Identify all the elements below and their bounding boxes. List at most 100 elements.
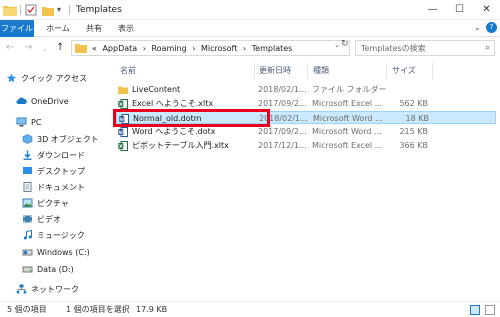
tab-view[interactable]: 表示 <box>116 20 136 37</box>
folder-icon <box>75 44 87 53</box>
column-divider[interactable] <box>307 63 308 79</box>
network-icon <box>16 284 27 293</box>
sidebar-item-pc[interactable]: PC <box>16 116 41 130</box>
tab-share[interactable]: 共有 <box>84 20 104 37</box>
cube-icon <box>22 133 33 144</box>
column-header-type[interactable]: 種類 <box>313 66 329 76</box>
breadcrumb-roaming[interactable]: Roaming <box>151 44 186 53</box>
column-header-size[interactable]: サイズ <box>392 66 416 76</box>
address-bar[interactable]: « AppData › Roaming › Microsoft › Templa… <box>71 40 350 56</box>
tab-file[interactable]: ファイル <box>0 20 34 37</box>
file-type: ファイル フォルダー <box>312 85 387 94</box>
file-type: Microsoft Excel ... <box>312 141 383 150</box>
column-divider[interactable] <box>386 63 387 79</box>
file-date: 2017/12/1... <box>258 141 307 150</box>
video-icon <box>23 215 32 222</box>
sidebar-item-onedrive[interactable]: OneDrive <box>16 95 69 109</box>
document-icon <box>23 181 32 192</box>
sidebar-item-label: OneDrive <box>31 97 69 106</box>
ribbon-expand-icon[interactable]: ⌄ <box>474 23 481 32</box>
minimize-button[interactable]: — <box>419 0 446 20</box>
sidebar-item-3d-objects[interactable]: 3D オブジェクト <box>22 133 99 147</box>
cloud-icon <box>16 97 27 104</box>
file-row[interactable]: LiveContent 2018/02/1... ファイル フォルダー <box>116 83 496 96</box>
sidebar-item-data-d[interactable]: Data (D:) <box>22 263 74 277</box>
column-header-name[interactable]: 名前 <box>120 66 136 76</box>
properties-icon[interactable] <box>25 4 37 16</box>
file-name: LiveContent <box>132 85 181 94</box>
breadcrumb-appdata[interactable]: AppData <box>102 44 137 53</box>
sidebar-item-label: PC <box>31 118 42 127</box>
file-type: Microsoft Word ... <box>313 114 383 123</box>
column-divider[interactable] <box>254 63 255 79</box>
maximize-button[interactable]: ☐ <box>446 0 473 20</box>
search-box[interactable]: Templatesの検索 ⌕ <box>355 40 495 56</box>
breadcrumb-overflow[interactable]: « <box>92 44 97 53</box>
toolbar-divider <box>20 5 21 15</box>
breadcrumb-separator[interactable]: › <box>143 44 146 53</box>
sidebar-item-label: ミュージック <box>37 231 85 240</box>
sidebar-item-videos[interactable]: ビデオ <box>22 213 61 227</box>
sidebar-item-downloads[interactable]: ダウンロード <box>22 149 85 163</box>
title-bar: ▾ Templates — ☐ ✕ <box>0 0 500 20</box>
sidebar-item-label: Windows (C:) <box>37 248 90 257</box>
customize-toolbar-icon[interactable]: ▾ <box>57 4 65 16</box>
sidebar-item-label: ビデオ <box>37 215 61 224</box>
sidebar-item-pictures[interactable]: ピクチャ <box>22 197 69 211</box>
new-folder-icon[interactable] <box>42 4 54 16</box>
sidebar-item-label: 3D オブジェクト <box>37 135 99 144</box>
sidebar-item-desktop[interactable]: デスクトップ <box>22 165 85 179</box>
column-divider[interactable] <box>432 63 433 79</box>
search-placeholder: Templatesの検索 <box>361 44 426 53</box>
help-icon[interactable]: ? <box>486 22 497 33</box>
item-count: 5 個の項目 <box>7 305 47 314</box>
folder-icon <box>118 86 128 94</box>
breadcrumb-templates[interactable]: Templates <box>252 44 293 53</box>
sidebar-item-label: クイック アクセス <box>21 74 88 83</box>
address-row: ← → ⌄ ↑ « AppData › Roaming › Microsoft … <box>0 37 500 59</box>
sidebar-item-label: ダウンロード <box>37 151 85 160</box>
file-size: 215 KB <box>399 127 428 136</box>
drive-icon <box>22 266 33 272</box>
forward-button[interactable]: → <box>24 42 32 54</box>
desktop-icon <box>23 166 32 174</box>
column-header-date[interactable]: 更新日時 <box>259 66 291 76</box>
title-divider <box>69 5 70 15</box>
up-button[interactable]: ↑ <box>56 42 64 54</box>
picture-icon <box>22 198 33 207</box>
status-bar: 5 個の項目 1 個の項目を選択 17.9 KB <box>0 301 500 317</box>
sidebar-item-documents[interactable]: ドキュメント <box>22 181 85 195</box>
breadcrumb-separator[interactable]: › <box>192 44 195 53</box>
file-size: 366 KB <box>399 141 428 150</box>
window-title: Templates <box>76 5 122 15</box>
details-view-icon[interactable] <box>470 305 480 315</box>
close-button[interactable]: ✕ <box>473 0 500 20</box>
pc-icon <box>16 117 27 126</box>
tab-home[interactable]: ホーム <box>44 20 72 37</box>
sidebar-item-quick-access[interactable]: クイック アクセス <box>6 72 87 86</box>
folder-icon <box>3 6 17 16</box>
large-icons-view-icon[interactable] <box>485 305 495 315</box>
file-row[interactable]: ピボットテーブル入門.xltx 2017/12/1... Microsoft E… <box>116 139 496 152</box>
star-icon <box>6 73 17 82</box>
download-icon <box>23 150 32 160</box>
sidebar-item-network[interactable]: ネットワーク <box>16 283 79 297</box>
search-icon: ⌕ <box>484 43 490 53</box>
address-dropdown-icon[interactable]: ⌄ <box>334 41 340 49</box>
refresh-icon[interactable]: ↻ <box>341 39 349 49</box>
drive-icon <box>22 249 33 255</box>
file-name: ピボットテーブル入門.xltx <box>132 141 229 150</box>
music-icon <box>23 229 32 239</box>
sidebar-item-label: ドキュメント <box>37 183 85 192</box>
sidebar-item-music[interactable]: ミュージック <box>22 229 85 243</box>
recent-locations-icon[interactable]: ⌄ <box>42 43 48 55</box>
file-size: 562 KB <box>399 99 428 108</box>
back-button[interactable]: ← <box>6 42 14 54</box>
selection-count: 1 個の項目を選択 <box>66 305 130 314</box>
sidebar-item-windows-c[interactable]: Windows (C:) <box>22 246 90 260</box>
highlight-box <box>113 109 270 127</box>
breadcrumb-microsoft[interactable]: Microsoft <box>201 44 237 53</box>
file-type: Microsoft Excel ... <box>312 99 383 108</box>
breadcrumb-separator[interactable]: › <box>243 44 246 53</box>
ribbon-tabs: ファイル ホーム 共有 表示 ⌄ ? <box>0 20 500 37</box>
